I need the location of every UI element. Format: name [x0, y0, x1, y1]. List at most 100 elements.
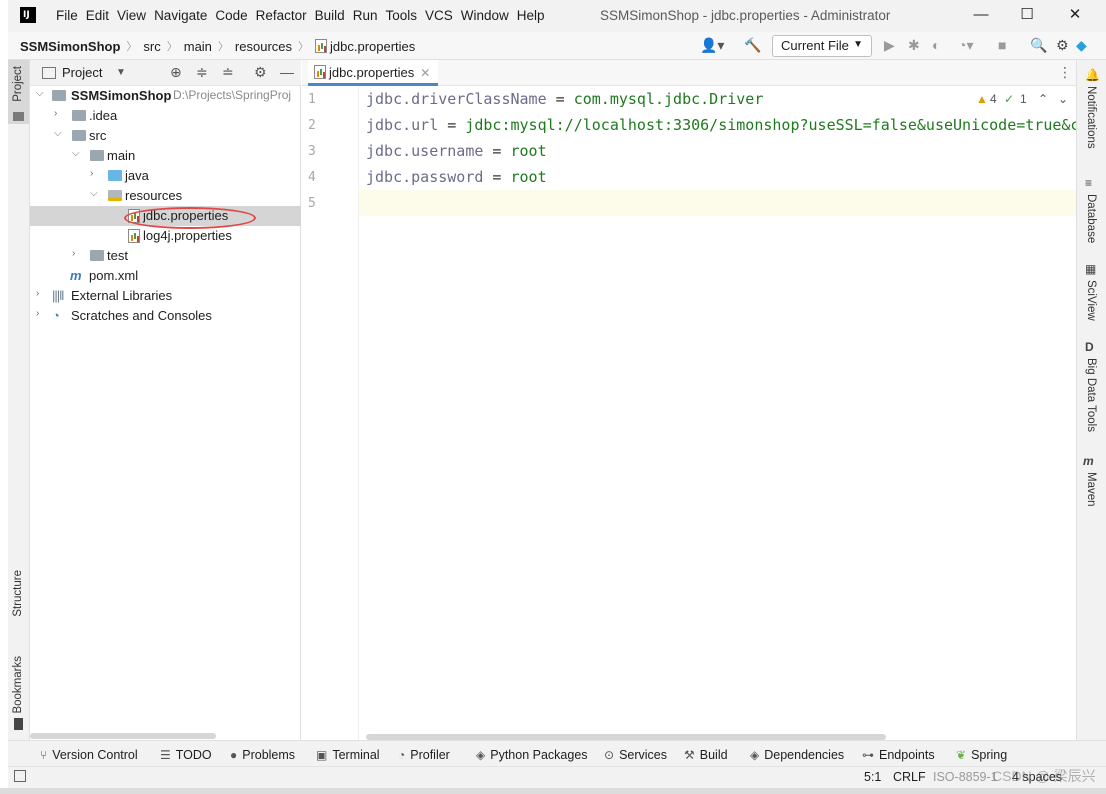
locate-icon[interactable]: ⊕ — [170, 64, 182, 81]
tool-todo[interactable]: ☰ TODO — [160, 748, 212, 762]
chevron-down-icon[interactable]: ⌵ — [36, 88, 44, 99]
tool-database[interactable]: Database — [1085, 194, 1097, 243]
folder-icon — [90, 250, 104, 261]
code-line[interactable]: jdbc.password = root — [366, 168, 547, 186]
run-configuration-select[interactable]: Current File ▼ — [772, 35, 872, 57]
tool-problems[interactable]: ● Problems — [230, 748, 295, 762]
profile-icon[interactable]: ◔▾ — [958, 37, 973, 54]
tool-terminal[interactable]: ▣ Terminal — [316, 748, 380, 762]
menu-code[interactable]: Code — [211, 8, 251, 23]
gear-icon[interactable]: ⚙ — [254, 64, 267, 81]
previous-highlight-icon[interactable]: ⌃ — [1038, 92, 1048, 106]
tool-spring[interactable]: ❦ Spring — [956, 748, 1007, 762]
chevron-right-icon[interactable]: › — [36, 308, 39, 319]
tool-endpoints[interactable]: ⊶ Endpoints — [862, 748, 935, 762]
tree-label: SSMSimonShop — [71, 88, 172, 103]
collapse-all-icon[interactable]: ≐ — [222, 64, 234, 81]
tool-notifications[interactable]: Notifications — [1085, 86, 1097, 149]
more-icon[interactable]: ⋮ — [1058, 64, 1072, 81]
breadcrumb-project[interactable]: SSMSimonShop — [20, 39, 120, 54]
menu-refactor[interactable]: Refactor — [252, 8, 311, 23]
breadcrumb-file[interactable]: jdbc.properties — [330, 39, 415, 54]
stop-icon[interactable]: ■ — [998, 37, 1006, 53]
tool-profiler[interactable]: ◔ Profiler — [398, 748, 450, 762]
menu-help[interactable]: Help — [513, 8, 549, 23]
menu-tools[interactable]: Tools — [381, 8, 421, 23]
minimize-button[interactable]: — — [958, 4, 1004, 28]
close-button[interactable]: ✕ — [1052, 4, 1098, 28]
build-hammer-icon[interactable]: 🔨 — [744, 37, 761, 54]
tool-project[interactable]: Project — [12, 66, 24, 102]
menu-window[interactable]: Window — [457, 8, 513, 23]
hide-icon[interactable]: — — [280, 64, 294, 80]
tree-item-idea[interactable]: › .idea — [30, 106, 301, 126]
menu-navigate[interactable]: Navigate — [150, 8, 211, 23]
next-highlight-icon[interactable]: ⌄ — [1058, 92, 1068, 106]
tree-item-log4j-properties[interactable]: log4j.properties — [30, 226, 301, 246]
tree-item-scratches[interactable]: › ◔ Scratches and Consoles — [30, 306, 301, 326]
right-tool-strip: 🔔 Notifications ≡ Database ▦ SciView D B… — [1076, 60, 1106, 740]
tool-services[interactable]: ⊙ Services — [604, 748, 667, 762]
code-line[interactable]: jdbc.driverClassName = com.mysql.jdbc.Dr… — [366, 90, 763, 108]
breadcrumb-main[interactable]: main — [184, 39, 212, 54]
tool-maven[interactable]: Maven — [1085, 472, 1097, 507]
jetbrains-toolbox-icon[interactable]: ◆ — [1076, 37, 1087, 54]
tool-bookmarks[interactable]: Bookmarks — [12, 656, 24, 714]
chevron-right-icon[interactable]: › — [54, 108, 57, 119]
chevron-right-icon[interactable]: › — [90, 168, 93, 179]
project-panel-title[interactable]: Project — [62, 65, 102, 80]
chevron-down-icon[interactable]: ▼ — [116, 67, 126, 78]
database-icon: ≡ — [1085, 176, 1093, 190]
tab-jdbc-properties[interactable]: jdbc.properties ✕ — [308, 60, 439, 86]
chevron-right-icon[interactable]: › — [36, 288, 39, 299]
breadcrumb-resources[interactable]: resources — [235, 39, 292, 54]
expand-all-icon[interactable]: ≑ — [196, 64, 208, 81]
coverage-icon[interactable]: ◐ — [932, 37, 940, 53]
user-icon[interactable]: 👤▾ — [700, 37, 724, 54]
caret-position[interactable]: 5:1 — [864, 770, 881, 784]
tree-item-src[interactable]: ⌵ src — [30, 126, 301, 146]
chevron-down-icon[interactable]: ⌵ — [54, 128, 62, 139]
toggle-tool-windows-icon[interactable] — [14, 770, 26, 782]
breadcrumb-src[interactable]: src — [143, 39, 160, 54]
chevron-right-icon[interactable]: › — [72, 248, 75, 259]
tool-sciview[interactable]: SciView — [1085, 280, 1097, 321]
tree-item-java[interactable]: › java — [30, 166, 301, 186]
tool-version-control[interactable]: ⑂ Version Control — [40, 748, 138, 762]
tool-big-data-tools[interactable]: Big Data Tools — [1085, 358, 1097, 432]
chevron-down-icon[interactable]: ⌵ — [72, 148, 80, 159]
search-icon[interactable]: 🔍 — [1030, 37, 1047, 54]
tree-item-external-libraries[interactable]: › |||‖ External Libraries — [30, 286, 301, 306]
debug-icon[interactable]: ✱ — [908, 37, 920, 54]
tool-python-packages[interactable]: ◈ Python Packages — [476, 748, 588, 762]
code-line[interactable]: jdbc.username = root — [366, 142, 547, 160]
line-separator[interactable]: CRLF — [893, 770, 926, 784]
menu-vcs[interactable]: VCS — [421, 8, 457, 23]
weak-warning-icon[interactable]: ✓ — [1004, 92, 1014, 106]
tool-label: Terminal — [332, 748, 380, 762]
menu-file[interactable]: File — [52, 8, 82, 23]
menu-run[interactable]: Run — [349, 8, 382, 23]
maximize-button[interactable]: ☐ — [1004, 4, 1050, 28]
menu-view[interactable]: View — [113, 8, 150, 23]
run-icon[interactable]: ▶ — [884, 37, 895, 54]
layers-icon: ◈ — [750, 748, 760, 762]
tree-item-project-root[interactable]: ⌵ SSMSimonShop D:\Projects\SpringProj — [30, 86, 301, 106]
horizontal-scrollbar[interactable] — [30, 733, 216, 739]
menu-build[interactable]: Build — [311, 8, 349, 23]
chevron-down-icon[interactable]: ⌵ — [90, 188, 98, 199]
tool-build[interactable]: ⚒ Build — [684, 748, 728, 762]
property-separator: = — [483, 142, 511, 160]
tree-item-test[interactable]: › test — [30, 246, 301, 266]
tree-item-main[interactable]: ⌵ main — [30, 146, 301, 166]
tool-dependencies[interactable]: ◈ Dependencies — [750, 748, 844, 762]
tool-structure[interactable]: Structure — [12, 570, 24, 617]
close-icon[interactable]: ✕ — [420, 66, 430, 80]
file-encoding[interactable]: ISO-8859-1 — [933, 770, 998, 784]
tree-item-pom-xml[interactable]: m pom.xml — [30, 266, 301, 286]
tree-item-resources[interactable]: ⌵ resources — [30, 186, 301, 206]
menu-edit[interactable]: Edit — [82, 8, 113, 23]
gear-icon[interactable]: ⚙ — [1056, 37, 1069, 54]
warning-icon[interactable]: ▲ — [976, 92, 988, 106]
code-line[interactable]: jdbc.url = jdbc:mysql://localhost:3306/s… — [366, 116, 1076, 134]
